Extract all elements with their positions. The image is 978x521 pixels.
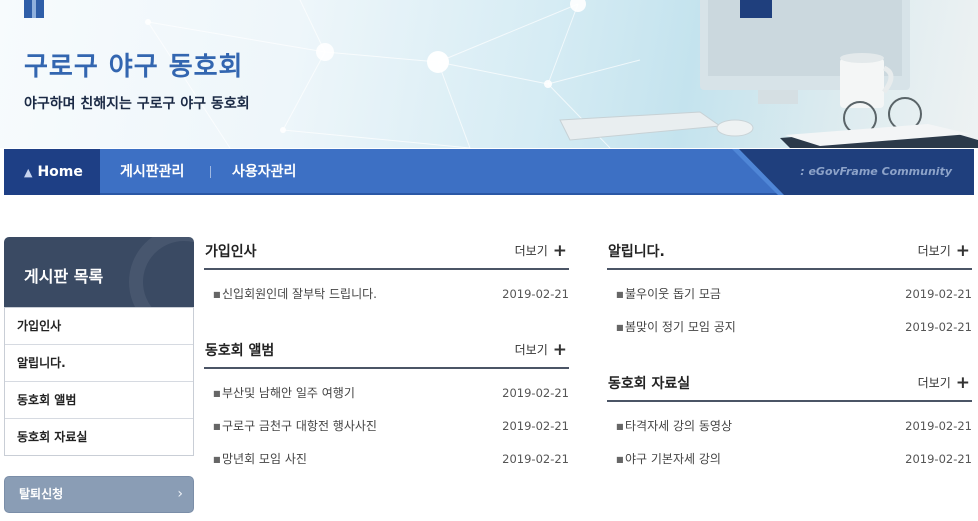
nav-separator xyxy=(210,166,211,178)
post-row[interactable]: ■ 부산및 남해안 일주 여행기 2019-02-21 xyxy=(204,377,569,410)
post-row[interactable]: ■ 구로구 금천구 대항전 행사사진 2019-02-21 xyxy=(204,410,569,443)
main-nav: ▲ Home 게시판관리 사용자관리 : eGovFrame Community xyxy=(4,149,974,195)
board-title[interactable]: 동호회 자료실 xyxy=(608,373,690,393)
sidebar-decoration xyxy=(129,237,194,307)
post-row[interactable]: ■ 신입회원인데 잘부탁 드립니다. 2019-02-21 xyxy=(204,278,569,311)
bullet-icon: ■ xyxy=(213,422,221,431)
sidebar-item-greetings[interactable]: 가입인사 xyxy=(5,307,193,344)
nav-home-label: Home xyxy=(37,164,83,180)
post-title[interactable]: 봄맞이 정기 모임 공지 xyxy=(625,311,736,344)
nav-item-board-management[interactable]: 게시판관리 xyxy=(120,149,184,195)
withdraw-button[interactable]: 탈퇴신청 › xyxy=(4,476,194,513)
post-title[interactable]: 야구 기본자세 강의 xyxy=(625,443,721,476)
sidebar-list: 가입인사 알립니다. 동호회 앨범 동호회 자료실 xyxy=(4,307,194,456)
post-title[interactable]: 망년회 모임 사진 xyxy=(222,443,307,476)
post-list: ■ 불우이웃 돕기 모금 2019-02-21 ■ 봄맞이 정기 모임 공지 2… xyxy=(607,270,972,344)
post-row[interactable]: ■ 타격자세 강의 동영상 2019-02-21 xyxy=(607,410,972,443)
nav-home[interactable]: ▲ Home xyxy=(4,149,100,195)
post-title[interactable]: 신입회원인데 잘부탁 드립니다. xyxy=(222,278,377,311)
board-title[interactable]: 가입인사 xyxy=(205,241,257,261)
site-subtitle: 야구하며 친해지는 구로구 야구 동호회 xyxy=(24,96,250,112)
post-title[interactable]: 구로구 금천구 대항전 행사사진 xyxy=(222,410,377,443)
sidebar-item-album[interactable]: 동호회 앨범 xyxy=(5,381,193,418)
more-label: 더보기 xyxy=(514,343,548,357)
bullet-icon: ■ xyxy=(616,422,624,431)
post-row[interactable]: ■ 망년회 모임 사진 2019-02-21 xyxy=(204,443,569,476)
post-row[interactable]: ■ 야구 기본자세 강의 2019-02-21 xyxy=(607,443,972,476)
post-date: 2019-02-21 xyxy=(502,287,569,301)
board-header: 가입인사 더보기 + xyxy=(204,236,569,270)
plus-icon: + xyxy=(552,241,567,261)
plus-icon: + xyxy=(955,373,970,393)
post-date: 2019-02-21 xyxy=(905,320,972,334)
withdraw-label: 탈퇴신청 xyxy=(19,487,64,501)
chevron-right-icon: › xyxy=(177,486,183,502)
more-link[interactable]: 더보기 + xyxy=(515,241,567,261)
post-date: 2019-02-21 xyxy=(502,419,569,433)
plus-icon: + xyxy=(955,241,970,261)
more-label: 더보기 xyxy=(917,244,951,258)
sidebar-title: 게시판 목록 xyxy=(24,267,104,286)
bullet-icon: ■ xyxy=(616,323,624,332)
header-banner: 구로구 야구 동호회 야구하며 친해지는 구로구 야구 동호회 xyxy=(0,0,978,148)
board-library: 동호회 자료실 더보기 + ■ 타격자세 강의 동영상 2019-02-21 ■ … xyxy=(607,368,972,476)
more-link[interactable]: 더보기 + xyxy=(515,340,567,360)
post-list: ■ 타격자세 강의 동영상 2019-02-21 ■ 야구 기본자세 강의 20… xyxy=(607,402,972,476)
post-row[interactable]: ■ 불우이웃 돕기 모금 2019-02-21 xyxy=(607,278,972,311)
board-header: 동호회 자료실 더보기 + xyxy=(607,368,972,402)
post-date: 2019-02-21 xyxy=(905,452,972,466)
more-label: 더보기 xyxy=(514,244,548,258)
board-header: 동호회 앨범 더보기 + xyxy=(204,335,569,369)
board-header: 알립니다. 더보기 + xyxy=(607,236,972,270)
post-title[interactable]: 타격자세 강의 동영상 xyxy=(625,410,732,443)
bullet-icon: ■ xyxy=(616,455,624,464)
post-date: 2019-02-21 xyxy=(502,452,569,466)
site-title[interactable]: 구로구 야구 동호회 xyxy=(24,46,243,83)
corner-accent xyxy=(24,0,44,18)
board-title[interactable]: 동호회 앨범 xyxy=(205,340,274,360)
community-label: : eGovFrame Community xyxy=(800,165,952,178)
home-icon: ▲ xyxy=(24,166,33,179)
plus-icon: + xyxy=(552,340,567,360)
board-title[interactable]: 알립니다. xyxy=(608,241,665,261)
board-greetings: 가입인사 더보기 + ■ 신입회원인데 잘부탁 드립니다. 2019-02-21 xyxy=(204,236,569,311)
sidebar-item-library[interactable]: 동호회 자료실 xyxy=(5,418,193,455)
bullet-icon: ■ xyxy=(213,389,221,398)
board-notices: 알립니다. 더보기 + ■ 불우이웃 돕기 모금 2019-02-21 ■ 봄맞이… xyxy=(607,236,972,344)
post-title[interactable]: 불우이웃 돕기 모금 xyxy=(625,278,721,311)
post-list: ■ 신입회원인데 잘부탁 드립니다. 2019-02-21 xyxy=(204,270,569,311)
sidebar-item-notices[interactable]: 알립니다. xyxy=(5,344,193,381)
bullet-icon: ■ xyxy=(213,455,221,464)
post-list: ■ 부산및 남해안 일주 여행기 2019-02-21 ■ 구로구 금천구 대항… xyxy=(204,369,569,476)
sidebar-header: 게시판 목록 xyxy=(4,237,194,307)
post-title[interactable]: 부산및 남해안 일주 여행기 xyxy=(222,377,355,410)
more-label: 더보기 xyxy=(917,376,951,390)
post-date: 2019-02-21 xyxy=(905,419,972,433)
post-date: 2019-02-21 xyxy=(502,386,569,400)
more-link[interactable]: 더보기 + xyxy=(918,241,970,261)
bullet-icon: ■ xyxy=(616,290,624,299)
board-album: 동호회 앨범 더보기 + ■ 부산및 남해안 일주 여행기 2019-02-21 … xyxy=(204,335,569,476)
bullet-icon: ■ xyxy=(213,290,221,299)
more-link[interactable]: 더보기 + xyxy=(918,373,970,393)
nav-item-user-management[interactable]: 사용자관리 xyxy=(232,149,296,195)
post-row[interactable]: ■ 봄맞이 정기 모임 공지 2019-02-21 xyxy=(607,311,972,344)
post-date: 2019-02-21 xyxy=(905,287,972,301)
